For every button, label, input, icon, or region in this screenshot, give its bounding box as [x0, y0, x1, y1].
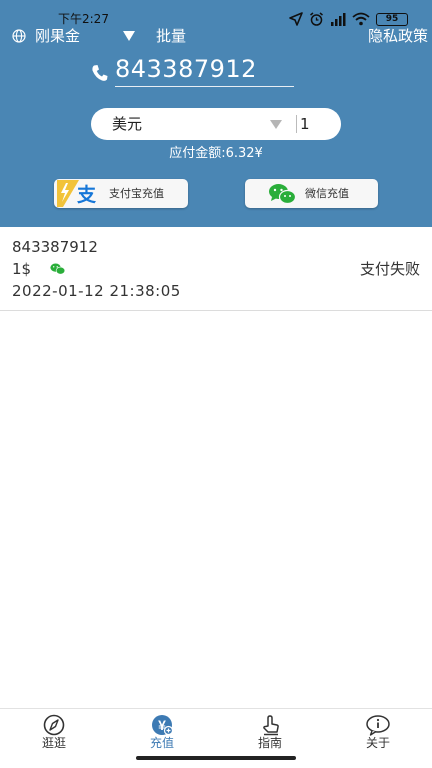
info-icon	[366, 715, 390, 736]
tab-label: 逛逛	[41, 736, 66, 750]
tab-label: 充值	[149, 736, 174, 750]
alipay-button-label: 支付宝充值	[109, 187, 164, 200]
privacy-policy-link[interactable]: 隐私政策	[368, 26, 428, 46]
alipay-icon: 支	[57, 180, 97, 207]
amount-selector: 美元 1	[91, 108, 341, 140]
tab-label: 关于	[365, 736, 390, 750]
record-phone: 843387912	[12, 238, 98, 256]
pill-divider	[296, 115, 297, 133]
amount-input[interactable]: 1	[300, 108, 310, 140]
region-dropdown-icon[interactable]	[123, 31, 135, 41]
record-amount: 1$	[12, 260, 32, 278]
wechat-recharge-button[interactable]: 微信充值	[245, 179, 378, 208]
top-bar: 刚果金 批量 隐私政策	[0, 26, 432, 46]
home-indicator[interactable]	[136, 756, 296, 760]
region-selector[interactable]: 刚果金	[35, 26, 80, 46]
status-bar: 下午2:27 95	[0, 0, 432, 26]
wechat-icon	[269, 184, 296, 205]
wifi-icon	[352, 12, 370, 26]
wechat-button-label: 微信充值	[305, 187, 349, 200]
alipay-recharge-button[interactable]: 支 支付宝充值	[54, 179, 188, 208]
currency-dropdown-icon[interactable]	[270, 120, 282, 129]
battery-icon: 95	[376, 12, 408, 26]
tab-label: 指南	[257, 736, 282, 750]
globe-icon[interactable]	[12, 29, 26, 43]
currency-select[interactable]: 美元	[112, 108, 142, 140]
wechat-icon	[50, 263, 66, 275]
batch-button[interactable]: 批量	[156, 26, 186, 46]
payable-amount: 应付金额:6.32¥	[169, 146, 263, 161]
tab-browse[interactable]: 逛逛	[0, 709, 108, 755]
recharge-icon: ¥	[152, 715, 174, 736]
signal-icon	[331, 13, 346, 26]
status-icons: 95	[289, 11, 408, 27]
phone-number-input[interactable]: 843387912	[115, 54, 294, 87]
header-panel: 下午2:27 95 刚果金 批量 隐私政策 843387912 美元 1 应付金…	[0, 0, 432, 227]
guide-icon	[263, 715, 279, 736]
record-status: 支付失败	[359, 260, 420, 278]
list-item[interactable]: 843387912 1$ 支付失败 2022-01-12 21:38:05	[0, 227, 432, 311]
compass-icon	[43, 714, 65, 736]
tab-guide[interactable]: 指南	[216, 709, 324, 755]
tab-about[interactable]: 关于	[324, 709, 432, 755]
alarm-icon	[310, 11, 323, 26]
svg-text:支: 支	[76, 184, 97, 206]
phone-icon	[92, 65, 108, 81]
location-icon	[289, 12, 303, 26]
status-time: 下午2:27	[58, 12, 109, 26]
record-time: 2022-01-12 21:38:05	[12, 282, 181, 300]
tab-recharge[interactable]: ¥ 充值	[108, 709, 216, 755]
